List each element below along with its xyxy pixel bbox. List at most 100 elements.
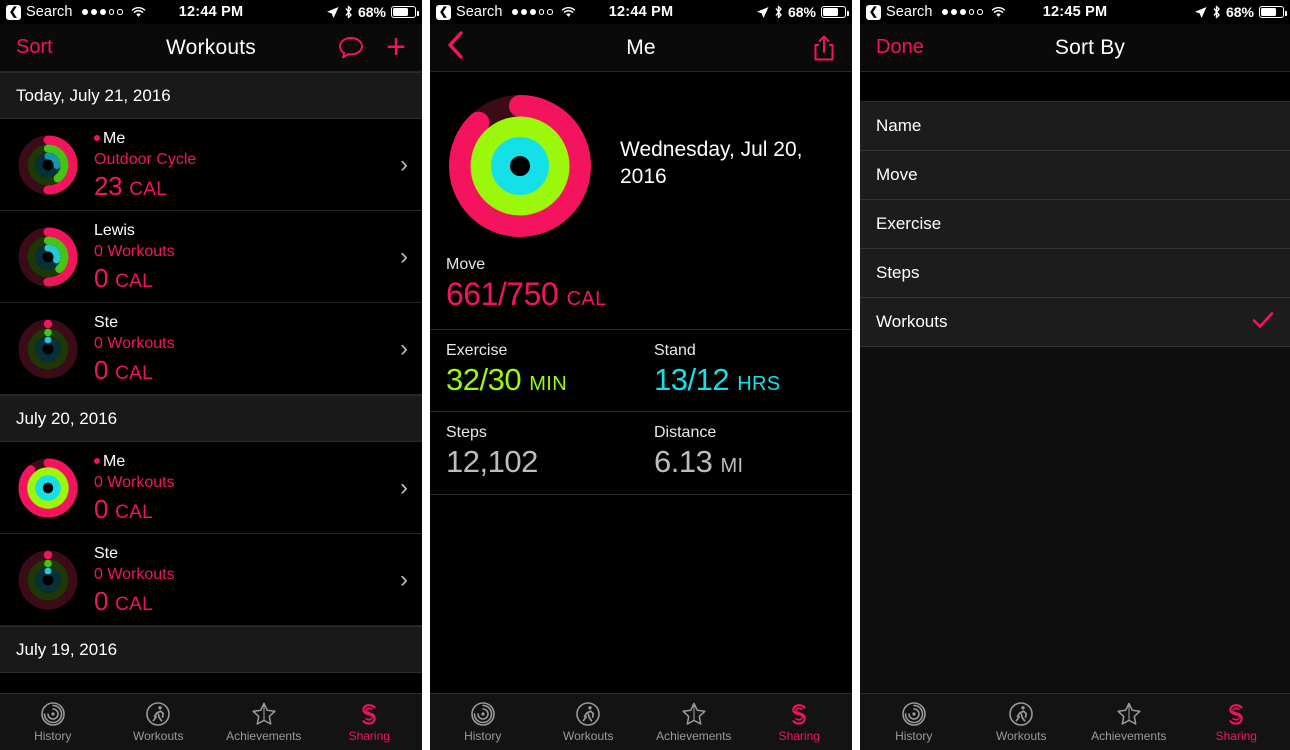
location-arrow-icon bbox=[1194, 6, 1207, 18]
sort-option-name[interactable]: Name bbox=[860, 102, 1290, 151]
tab-label: Sharing bbox=[348, 729, 390, 743]
tab-sharing[interactable]: Sharing bbox=[317, 694, 423, 750]
list-item[interactable]: Lewis 0 Workouts 0 CAL › bbox=[0, 211, 422, 303]
sort-button[interactable]: Sort bbox=[16, 36, 53, 59]
page-title: Sort By bbox=[1054, 35, 1126, 59]
sort-options-list[interactable]: Name Move Exercise Steps Workouts bbox=[860, 72, 1290, 693]
panel-me-detail: ❮ Search 12:44 PM 68% Me Wednesday, Jul … bbox=[430, 0, 852, 750]
sort-option-steps[interactable]: Steps bbox=[860, 249, 1290, 298]
battery-icon bbox=[391, 6, 419, 18]
screenshot-root: ❮ Search 12:44 PM 68% Sort Workouts + To… bbox=[0, 0, 1290, 750]
tab-workouts[interactable]: Workouts bbox=[968, 694, 1076, 750]
list-item-subtitle: 0 Workouts bbox=[94, 566, 175, 584]
sort-option-label: Move bbox=[876, 165, 918, 184]
plus-icon[interactable]: + bbox=[386, 30, 406, 64]
signal-dots bbox=[511, 9, 553, 15]
battery-percent: 68% bbox=[1225, 4, 1254, 20]
detail-date: Wednesday, Jul 20, 2016 bbox=[620, 138, 803, 189]
status-bar: ❮ Search 12:45 PM 68% bbox=[860, 0, 1290, 24]
done-button[interactable]: Done bbox=[876, 36, 924, 59]
star-icon bbox=[1117, 702, 1141, 725]
runner-icon bbox=[576, 702, 601, 726]
status-back-label: Search bbox=[26, 4, 73, 20]
history-rings-icon bbox=[40, 702, 65, 726]
section-header: July 19, 2016 bbox=[0, 626, 422, 673]
status-back-label: Search bbox=[886, 4, 933, 20]
star-icon bbox=[682, 702, 706, 725]
tab-bar: History Workouts Achievements Sharing bbox=[0, 693, 422, 750]
location-arrow-icon bbox=[326, 6, 339, 18]
wifi-icon bbox=[131, 6, 145, 17]
list-item[interactable]: Ste 0 Workouts 0 CAL › bbox=[0, 303, 422, 395]
signal-dots bbox=[941, 9, 983, 15]
stat-label: Stand bbox=[654, 341, 696, 359]
panel-workouts: ❮ Search 12:44 PM 68% Sort Workouts + To… bbox=[0, 0, 422, 750]
sort-option-label: Exercise bbox=[876, 214, 942, 233]
stat-row-exercise-stand: Exercise 32/30 MIN Stand 13/12 HRS bbox=[430, 330, 852, 413]
me-dot-icon bbox=[94, 457, 100, 464]
tab-label: Workouts bbox=[563, 729, 614, 743]
bluetooth-icon bbox=[775, 5, 782, 19]
tab-workouts[interactable]: Workouts bbox=[106, 694, 212, 750]
activity-rings-large bbox=[444, 90, 596, 242]
stat-value: 32/30 MIN bbox=[446, 361, 568, 397]
status-bar-right: 68% bbox=[326, 4, 419, 20]
tab-history[interactable]: History bbox=[860, 694, 968, 750]
tab-sharing[interactable]: Sharing bbox=[1183, 694, 1290, 750]
message-bubble-icon[interactable] bbox=[338, 36, 364, 60]
back-chevron-icon: ❮ bbox=[436, 4, 451, 20]
star-icon bbox=[252, 702, 276, 725]
tab-label: History bbox=[895, 729, 933, 743]
list-item-calories: 0 CAL bbox=[94, 354, 153, 385]
tab-sharing[interactable]: Sharing bbox=[747, 694, 853, 750]
list-item-calories: 23 CAL bbox=[94, 170, 168, 201]
list-top-spacer bbox=[860, 72, 1290, 102]
tab-achievements[interactable]: Achievements bbox=[1075, 694, 1183, 750]
wifi-icon bbox=[991, 6, 1005, 17]
chevron-right-icon: › bbox=[400, 150, 408, 178]
sort-option-move[interactable]: Move bbox=[860, 151, 1290, 200]
status-bar: ❮ Search 12:44 PM 68% bbox=[430, 0, 852, 24]
sort-option-label: Workouts bbox=[876, 312, 948, 331]
activity-rings-icon bbox=[16, 133, 80, 197]
bluetooth-icon bbox=[1213, 5, 1220, 19]
sharing-s-icon bbox=[792, 704, 806, 725]
stat-value: 13/12 HRS bbox=[654, 361, 781, 397]
tab-achievements[interactable]: Achievements bbox=[641, 694, 747, 750]
back-chevron-icon: ❮ bbox=[866, 4, 881, 20]
battery-icon bbox=[821, 6, 849, 18]
list-item-name: Me bbox=[94, 128, 392, 150]
status-bar-back[interactable]: ❮ Search bbox=[436, 4, 576, 20]
list-item[interactable]: Me 0 Workouts 0 CAL › bbox=[0, 442, 422, 534]
stat-label: Exercise bbox=[446, 341, 508, 359]
battery-percent: 68% bbox=[357, 4, 386, 20]
page-title: Me bbox=[626, 35, 656, 59]
tab-achievements[interactable]: Achievements bbox=[211, 694, 317, 750]
sort-option-exercise[interactable]: Exercise bbox=[860, 200, 1290, 249]
share-icon[interactable] bbox=[812, 34, 836, 62]
tab-history[interactable]: History bbox=[430, 694, 536, 750]
chevron-right-icon: › bbox=[400, 334, 408, 362]
list-item[interactable]: Ste 0 Workouts 0 CAL › bbox=[0, 534, 422, 626]
tab-workouts[interactable]: Workouts bbox=[536, 694, 642, 750]
list-item-calories: 0 CAL bbox=[94, 585, 153, 616]
sort-option-workouts[interactable]: Workouts bbox=[860, 298, 1290, 347]
sharing-s-icon bbox=[1229, 704, 1243, 725]
chevron-right-icon: › bbox=[400, 473, 408, 501]
status-bar-back[interactable]: ❮ Search bbox=[6, 4, 146, 20]
tab-label: Workouts bbox=[133, 729, 184, 743]
workouts-list[interactable]: Today, July 21, 2016 Me Outdoor Cycle 23… bbox=[0, 72, 422, 693]
list-item[interactable]: Me Outdoor Cycle 23 CAL › bbox=[0, 119, 422, 211]
tab-history[interactable]: History bbox=[0, 694, 106, 750]
stat-label: Distance bbox=[654, 424, 717, 442]
panel-sort-by: ❮ Search 12:45 PM 68% Done Sort By Name … bbox=[860, 0, 1290, 750]
activity-rings-icon bbox=[16, 456, 80, 520]
stat-value: 12,102 bbox=[446, 444, 538, 480]
list-item-subtitle: 0 Workouts bbox=[94, 335, 175, 353]
status-bar-right: 68% bbox=[756, 4, 849, 20]
tab-label: Achievements bbox=[656, 729, 732, 743]
battery-icon bbox=[1259, 6, 1287, 18]
back-chevron-icon[interactable] bbox=[446, 30, 466, 66]
status-bar-back[interactable]: ❮ Search bbox=[866, 4, 1006, 20]
stat-distance: Distance 6.13 MI bbox=[644, 412, 852, 494]
